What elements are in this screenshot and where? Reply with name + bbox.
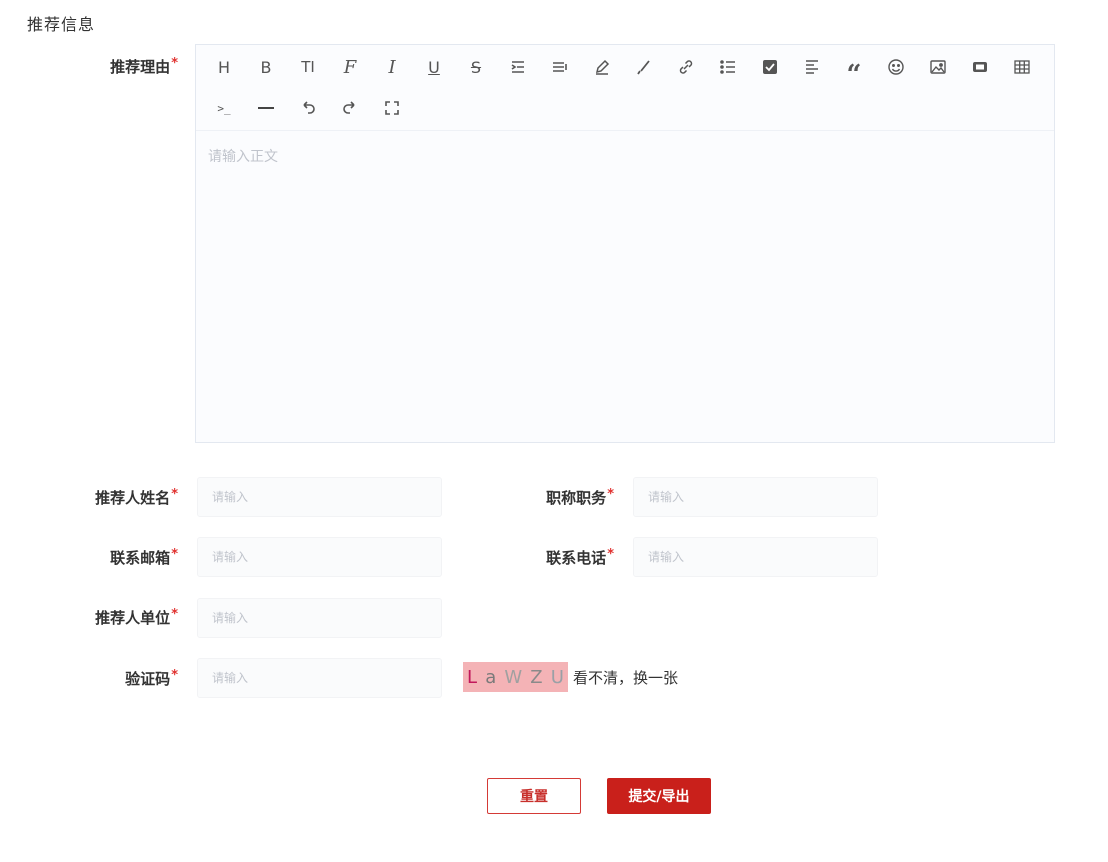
emoji-icon[interactable] xyxy=(883,54,909,80)
indent-icon[interactable] xyxy=(505,54,531,80)
image-icon[interactable] xyxy=(925,54,951,80)
recommendation-form-page: 推荐信息 推荐理由* HBTIFIUS“>_ 请输入正文 推荐人姓名* 职称职务… xyxy=(0,0,1108,862)
captcha-char: a xyxy=(485,666,497,688)
font-color-icon[interactable] xyxy=(589,54,615,80)
font-family-icon[interactable]: F xyxy=(337,54,363,80)
link-icon[interactable] xyxy=(673,54,699,80)
italic-icon[interactable]: I xyxy=(379,54,405,80)
video-icon[interactable] xyxy=(967,54,993,80)
reset-button[interactable]: 重置 xyxy=(487,778,581,814)
refresh-captcha-link[interactable]: 看不清，换一张 xyxy=(573,667,678,688)
organization-label: 推荐人单位* xyxy=(95,607,178,627)
title-position-label: 职称职务* xyxy=(546,487,614,507)
captcha-char: L xyxy=(467,666,478,688)
editor-content-area[interactable]: 请输入正文 xyxy=(196,131,1054,442)
email-label: 联系邮箱* xyxy=(110,547,178,567)
required-mark: * xyxy=(607,547,614,562)
strikethrough-icon[interactable]: S xyxy=(463,54,489,80)
heading-icon[interactable]: H xyxy=(211,54,237,80)
quote-icon[interactable]: “ xyxy=(841,54,867,88)
line-height-icon[interactable] xyxy=(547,54,573,80)
section-title: 推荐信息 xyxy=(27,15,96,34)
reason-label: 推荐理由* xyxy=(110,56,178,76)
code-icon[interactable]: >_ xyxy=(211,95,237,121)
phone-input[interactable] xyxy=(633,537,878,577)
list-icon[interactable] xyxy=(715,54,741,80)
underline-icon[interactable]: U xyxy=(421,54,447,80)
fullscreen-icon[interactable] xyxy=(379,95,405,121)
submit-export-button[interactable]: 提交/导出 xyxy=(607,778,711,814)
align-icon[interactable] xyxy=(799,54,825,80)
required-mark: * xyxy=(607,487,614,502)
todo-icon[interactable] xyxy=(757,54,783,80)
editor-placeholder: 请输入正文 xyxy=(208,149,278,165)
table-icon[interactable] xyxy=(1009,54,1035,80)
required-mark: * xyxy=(171,547,178,562)
rich-text-editor: H B TI F I U S “ >_ 请输入正文 xyxy=(195,44,1055,443)
captcha-char: W xyxy=(504,666,523,688)
recommender-name-label: 推荐人姓名* xyxy=(95,487,178,507)
background-color-icon[interactable] xyxy=(631,54,657,80)
email-input[interactable] xyxy=(197,537,442,577)
bold-icon[interactable]: B xyxy=(253,54,279,80)
redo-icon[interactable] xyxy=(337,95,363,121)
captcha-input[interactable] xyxy=(197,658,442,698)
required-mark: * xyxy=(171,56,178,71)
captcha-label: 验证码* xyxy=(125,668,178,688)
phone-label: 联系电话* xyxy=(546,547,614,567)
recommender-name-input[interactable] xyxy=(197,477,442,517)
captcha-char: U xyxy=(550,666,564,688)
title-position-input[interactable] xyxy=(633,477,878,517)
editor-toolbar: H B TI F I U S “ >_ xyxy=(196,45,1054,131)
captcha-char: Z xyxy=(530,666,543,688)
undo-icon[interactable] xyxy=(295,95,321,121)
required-mark: * xyxy=(171,607,178,622)
captcha-image[interactable]: LaWZU xyxy=(463,662,568,692)
required-mark: * xyxy=(171,668,178,683)
divider-icon[interactable] xyxy=(253,95,279,121)
font-size-icon[interactable]: TI xyxy=(295,54,321,80)
organization-input[interactable] xyxy=(197,598,442,638)
required-mark: * xyxy=(171,487,178,502)
